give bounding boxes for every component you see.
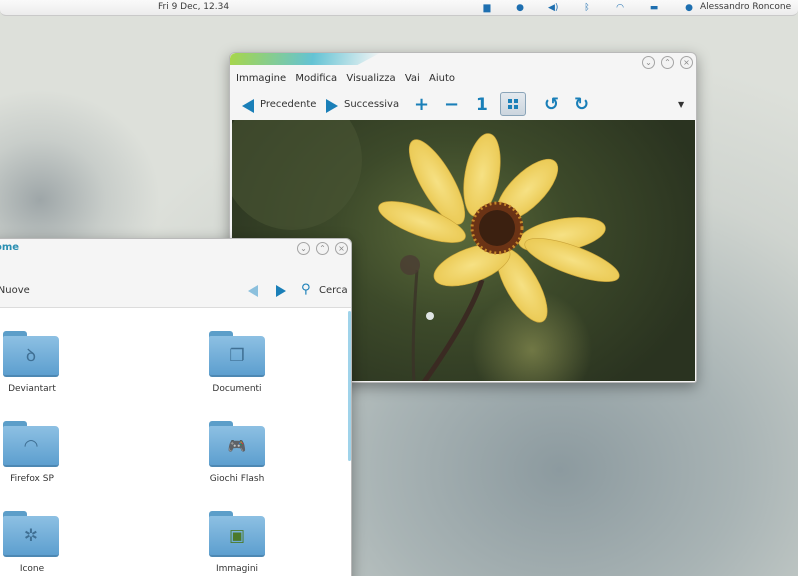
forward-icon[interactable] <box>276 285 286 297</box>
volume-icon[interactable]: ◀) <box>548 3 558 13</box>
wifi-icon[interactable]: ◠ <box>615 3 625 13</box>
documents-icon: ❐ <box>229 346 245 366</box>
arrow-right-icon <box>326 99 338 113</box>
zoom-normal-icon[interactable]: 1 <box>476 91 488 119</box>
folder-label: Firefox SP <box>10 474 54 484</box>
bluetooth-icon[interactable]: ᛒ <box>582 3 592 13</box>
close-button[interactable]: × <box>335 242 348 255</box>
file-manager-window: ome ⌄ ⌃ × iNuove ⚲ Cerca ꝺ Deviantart ❐ … <box>0 238 352 576</box>
top-panel: Fri 9 Dec, 12.34 ▆ ● ◀) ᛒ ◠ ▬ ● Alessand… <box>0 0 798 16</box>
viewer-toolbar: Precedente Successiva + − 1 ↺ ↻ ▼ <box>230 91 696 119</box>
folder-label: Deviantart <box>8 384 56 394</box>
next-button[interactable]: Successiva <box>326 91 400 119</box>
icons-icon: ✲ <box>23 526 39 546</box>
close-button[interactable]: × <box>680 56 693 69</box>
maximize-button[interactable]: ⌃ <box>316 242 329 255</box>
bluetooth-circle-icon[interactable]: ● <box>515 3 525 13</box>
rotate-right-icon[interactable]: ↻ <box>574 91 589 119</box>
arrow-left-icon <box>242 99 254 113</box>
next-label: Successiva <box>344 99 400 110</box>
fit-window-button[interactable] <box>500 92 526 116</box>
folder-label: Icone <box>19 564 45 574</box>
folder-firefox-sp[interactable]: ◠ <box>3 421 59 467</box>
menu-modifica[interactable]: Modifica <box>295 73 337 84</box>
wifi-icon: ◠ <box>23 436 39 456</box>
folder-documenti[interactable]: ❐ <box>209 331 265 377</box>
menu-immagine[interactable]: Immagine <box>236 73 286 84</box>
menubar: Immagine Modifica Visualizza Vai Aiuto <box>236 73 461 84</box>
folder-giochi-flash[interactable]: 🎮 <box>209 421 265 467</box>
folder-icone[interactable]: ✲ <box>3 511 59 557</box>
rotate-left-icon[interactable]: ↺ <box>544 91 559 119</box>
window-title: ome <box>0 242 20 253</box>
gamepad-icon: 🎮 <box>227 437 247 455</box>
zoom-in-icon[interactable]: + <box>414 91 429 119</box>
menu-visualizza[interactable]: Visualizza <box>346 73 395 84</box>
back-icon[interactable] <box>248 285 258 297</box>
folder-icon[interactable]: ▆ <box>482 3 492 13</box>
search-icon[interactable]: ⚲ <box>301 282 311 297</box>
folder-immagini[interactable]: ▣ <box>209 511 265 557</box>
folder-label: Immagini <box>215 564 259 574</box>
folder-label: Giochi Flash <box>209 474 265 484</box>
menu-vai[interactable]: Vai <box>405 73 420 84</box>
minimize-button[interactable]: ⌄ <box>642 56 655 69</box>
folder-label: Documenti <box>212 384 262 394</box>
deviantart-icon: ꝺ <box>25 346 37 366</box>
battery-icon[interactable]: ▬ <box>649 3 659 13</box>
previous-button[interactable]: Precedente <box>240 91 318 119</box>
user-name[interactable]: Alessandro Roncone <box>700 2 791 12</box>
zoom-out-icon[interactable]: − <box>444 91 459 119</box>
minimize-button[interactable]: ⌄ <box>297 242 310 255</box>
scrollbar[interactable] <box>348 311 351 461</box>
clock[interactable]: Fri 9 Dec, 12.34 <box>158 2 229 12</box>
menu-aiuto[interactable]: Aiuto <box>429 73 455 84</box>
toolbar-menu-arrow[interactable]: ▼ <box>678 91 684 119</box>
search-button[interactable]: Cerca <box>319 285 348 296</box>
folder-deviantart[interactable]: ꝺ <box>3 331 59 377</box>
previous-label: Precedente <box>260 99 317 110</box>
maximize-button[interactable]: ⌃ <box>661 56 674 69</box>
path-breadcrumb[interactable]: iNuove <box>0 285 30 296</box>
window-decoration-stripe <box>230 53 380 65</box>
chat-icon[interactable]: ● <box>684 3 694 13</box>
images-icon: ▣ <box>228 526 246 546</box>
